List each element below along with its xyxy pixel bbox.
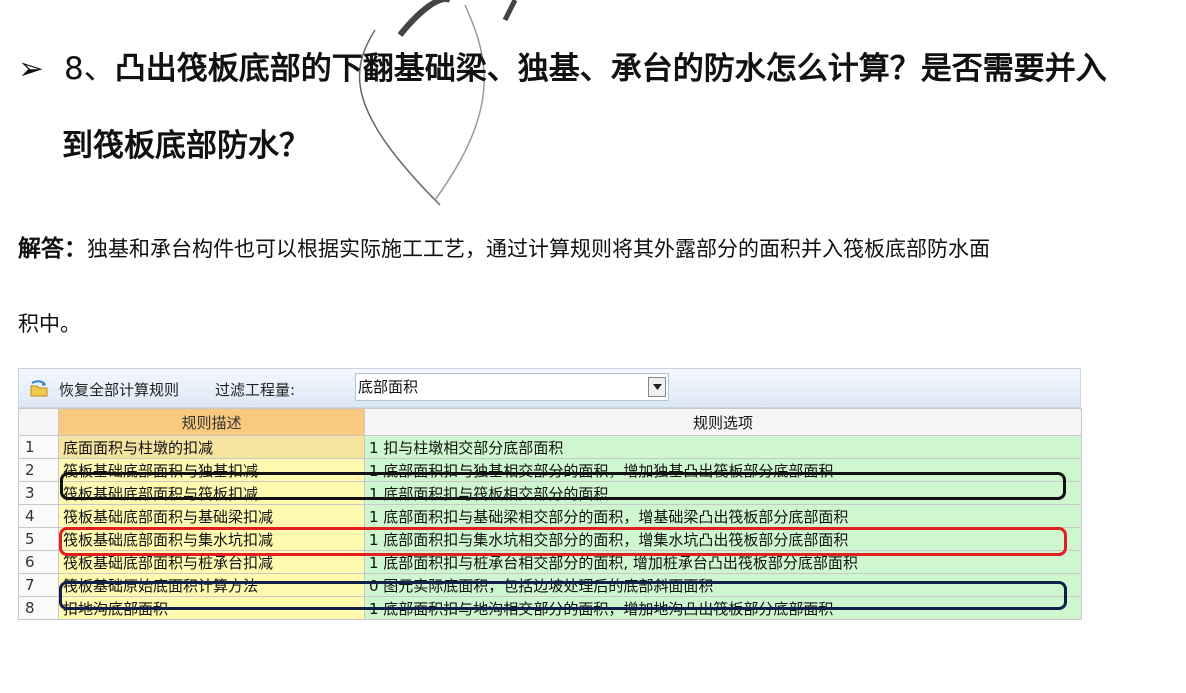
rules-table: 规则描述 规则选项 1 底面面积与柱墩的扣减 1 扣与柱墩相交部分底部面积 2 … xyxy=(18,408,1082,620)
row-index: 2 xyxy=(18,458,59,482)
rule-description[interactable]: 筏板基础底部面积与桩承台扣减 xyxy=(58,550,365,574)
row-index: 5 xyxy=(18,527,59,551)
answer-text: 独基和承台构件也可以根据实际施工工艺，通过计算规则将其外露部分的面积并入筏板底部… xyxy=(87,237,990,261)
filter-quantity-select[interactable]: 底部面积 xyxy=(355,373,669,401)
question-line-1: ➢ 8、凸出筏板底部的下翻基础梁、独基、承台的防水怎么计算？是否需要并入 xyxy=(18,43,1107,88)
rule-description[interactable]: 底面面积与柱墩的扣减 xyxy=(58,435,365,459)
calc-rules-panel: 恢复全部计算规则 过滤工程量: 底部面积 规则描述 规则选项 1 底面面积与柱墩… xyxy=(18,368,1082,672)
filter-quantity-value: 底部面积 xyxy=(358,378,419,396)
header-index xyxy=(18,408,59,436)
answer-label: 解答： xyxy=(18,236,87,262)
table-row[interactable]: 2 筏板基础底部面积与独基扣减 1 底部面积扣与独基相交部分的面积，增加独基凸出… xyxy=(18,458,1082,482)
row-index: 1 xyxy=(18,435,59,459)
answer-line-2: 积中。 xyxy=(18,312,81,336)
row-index: 8 xyxy=(18,596,59,620)
table-row[interactable]: 7 筏板基础原始底面积计算方法 0 图元实际底面积，包括边坡处理后的底部斜面面积 xyxy=(18,573,1082,597)
rule-option[interactable]: 1 底部面积扣与独基相交部分的面积，增加独基凸出筏板部分底部面积 xyxy=(364,458,1082,482)
table-row[interactable]: 4 筏板基础底部面积与基础梁扣减 1 底部面积扣与基础梁相交部分的面积，增基础梁… xyxy=(18,504,1082,528)
row-index: 3 xyxy=(18,481,59,505)
rule-option[interactable]: 1 底部面积扣与筏板相交部分的面积 xyxy=(364,481,1082,505)
table-header-row: 规则描述 规则选项 xyxy=(18,408,1082,436)
rule-description[interactable]: 扣地沟底部面积 xyxy=(58,596,365,620)
row-index: 4 xyxy=(18,504,59,528)
table-row[interactable]: 8 扣地沟底部面积 1 底部面积扣与地沟相交部分的面积，增加地沟凸出筏板部分底部… xyxy=(18,596,1082,620)
rule-option[interactable]: 1 底部面积扣与地沟相交部分的面积，增加地沟凸出筏板部分底部面积 xyxy=(364,596,1082,620)
restore-icon[interactable] xyxy=(29,380,49,398)
table-row[interactable]: 3 筏板基础底部面积与筏板扣减 1 底部面积扣与筏板相交部分的面积 xyxy=(18,481,1082,505)
bullet-arrow-icon: ➢ xyxy=(18,51,44,87)
question-number: 8、 xyxy=(64,51,115,87)
header-option[interactable]: 规则选项 xyxy=(364,408,1082,436)
filter-quantity-label: 过滤工程量: xyxy=(215,381,296,399)
rule-option[interactable]: 1 底部面积扣与桩承台相交部分的面积, 增加桩承台凸出筏板部分底部面积 xyxy=(364,550,1082,574)
rule-description[interactable]: 筏板基础底部面积与基础梁扣减 xyxy=(58,504,365,528)
rule-option[interactable]: 1 底部面积扣与基础梁相交部分的面积，增基础梁凸出筏板部分底部面积 xyxy=(364,504,1082,528)
answer-line-1: 解答：独基和承台构件也可以根据实际施工工艺，通过计算规则将其外露部分的面积并入筏… xyxy=(18,229,990,263)
rule-description[interactable]: 筏板基础原始底面积计算方法 xyxy=(58,573,365,597)
rule-option[interactable]: 0 图元实际底面积，包括边坡处理后的底部斜面面积 xyxy=(364,573,1082,597)
chevron-down-icon[interactable] xyxy=(648,377,666,397)
question-text: 凸出筏板底部的下翻基础梁、独基、承台的防水怎么计算？是否需要并入 xyxy=(114,51,1107,87)
table-row[interactable]: 1 底面面积与柱墩的扣减 1 扣与柱墩相交部分底部面积 xyxy=(18,435,1082,459)
restore-all-rules-button[interactable]: 恢复全部计算规则 xyxy=(59,379,179,400)
rule-description[interactable]: 筏板基础底部面积与筏板扣减 xyxy=(58,481,365,505)
row-index: 6 xyxy=(18,550,59,574)
rules-toolbar: 恢复全部计算规则 过滤工程量: 底部面积 xyxy=(18,368,1081,408)
rule-description[interactable]: 筏板基础底部面积与集水坑扣减 xyxy=(58,527,365,551)
rule-description[interactable]: 筏板基础底部面积与独基扣减 xyxy=(58,458,365,482)
rule-option[interactable]: 1 扣与柱墩相交部分底部面积 xyxy=(364,435,1082,459)
question-line-2: 到筏板底部防水？ xyxy=(62,128,310,164)
table-row[interactable]: 6 筏板基础底部面积与桩承台扣减 1 底部面积扣与桩承台相交部分的面积, 增加桩… xyxy=(18,550,1082,574)
table-row[interactable]: 5 筏板基础底部面积与集水坑扣减 1 底部面积扣与集水坑相交部分的面积，增集水坑… xyxy=(18,527,1082,551)
row-index: 7 xyxy=(18,573,59,597)
watermark-graphic xyxy=(358,0,518,206)
rule-option[interactable]: 1 底部面积扣与集水坑相交部分的面积，增集水坑凸出筏板部分底部面积 xyxy=(364,527,1082,551)
header-description[interactable]: 规则描述 xyxy=(58,408,365,436)
